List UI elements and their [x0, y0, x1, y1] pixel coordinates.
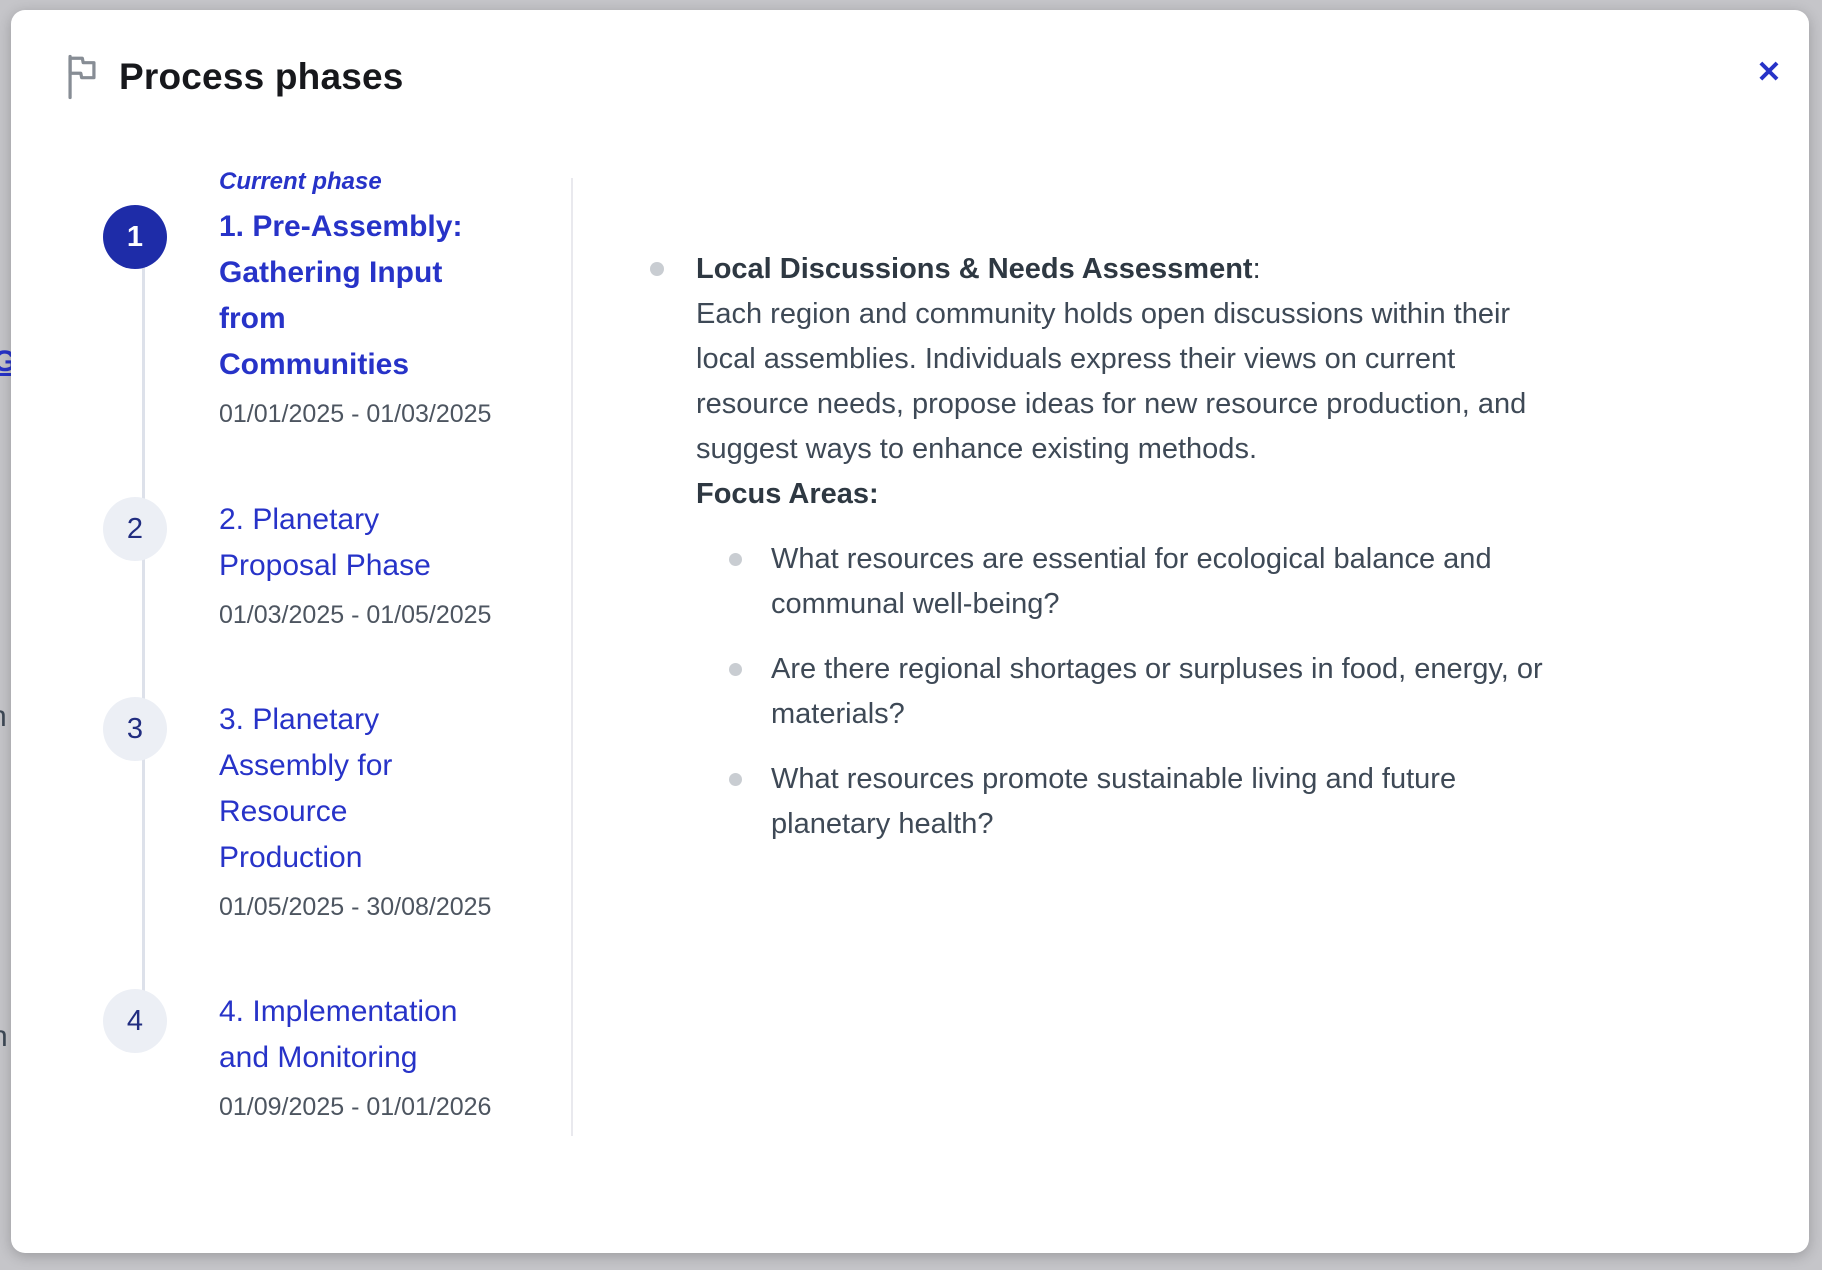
- focus-area-text: What resources promote sustainable livin…: [771, 757, 1554, 847]
- description-heading-colon: :: [1253, 253, 1261, 285]
- phase-badge-column: 2: [103, 497, 219, 630]
- focus-areas-list: What resources are essential for ecologi…: [696, 537, 1554, 847]
- phase-link-4[interactable]: 4. Implementation and Monitoring: [219, 989, 475, 1081]
- bullet-icon: [729, 553, 742, 566]
- background-text-fragment: n: [0, 700, 7, 734]
- description-heading-line: Local Discussions & Needs Assessment:: [696, 247, 1554, 292]
- background-text-fragment: n: [0, 1020, 8, 1054]
- dialog-title: Process phases: [119, 56, 404, 98]
- dialog-header: Process phases: [63, 54, 404, 100]
- process-phases-dialog: Process phases ✕ 1 Current phase 1. Pre-…: [11, 10, 1809, 1253]
- phase-badge-column: 3: [103, 697, 219, 922]
- focus-area-text: Are there regional shortages or surpluse…: [771, 647, 1554, 737]
- phase-number-badge: 3: [103, 697, 167, 761]
- column-divider: [571, 178, 573, 1136]
- phase-number-badge: 4: [103, 989, 167, 1053]
- phase-number-badge: 1: [103, 205, 167, 269]
- description-item: Local Discussions & Needs Assessment: Ea…: [650, 247, 1555, 847]
- focus-area-item: Are there regional shortages or surpluse…: [729, 647, 1554, 737]
- phase-link-1[interactable]: 1. Pre-Assembly: Gathering Input from Co…: [219, 204, 475, 388]
- phase-item-1: 1 Current phase 1. Pre-Assembly: Gatheri…: [103, 168, 523, 429]
- phase-badge-column: 1: [103, 168, 219, 429]
- phase-description: Local Discussions & Needs Assessment: Ea…: [650, 247, 1555, 847]
- bullet-icon: [729, 663, 742, 676]
- description-body: Each region and community holds open dis…: [696, 292, 1554, 472]
- focus-area-text: What resources are essential for ecologi…: [771, 537, 1554, 627]
- focus-area-item: What resources are essential for ecologi…: [729, 537, 1554, 627]
- focus-area-item: What resources promote sustainable livin…: [729, 757, 1554, 847]
- phase-item-4: 4 4. Implementation and Monitoring 01/09…: [103, 989, 523, 1122]
- phase-badge-column: 4: [103, 989, 219, 1122]
- close-icon[interactable]: ✕: [1746, 50, 1792, 96]
- phase-link-3[interactable]: 3. Planetary Assembly for Resource Produ…: [219, 697, 475, 881]
- flag-icon: [63, 54, 101, 100]
- phase-dates-2: 01/03/2025 - 01/05/2025: [219, 601, 475, 630]
- current-phase-label: Current phase: [219, 168, 475, 196]
- phase-item-3: 3 3. Planetary Assembly for Resource Pro…: [103, 697, 523, 922]
- phase-dates-4: 01/09/2025 - 01/01/2026: [219, 1093, 475, 1122]
- phase-dates-1: 01/01/2025 - 01/03/2025: [219, 400, 475, 429]
- description-heading: Local Discussions & Needs Assessment: [696, 253, 1253, 285]
- focus-areas-heading: Focus Areas:: [696, 472, 1554, 517]
- phase-item-2: 2 2. Planetary Proposal Phase 01/03/2025…: [103, 497, 523, 630]
- phase-number-badge: 2: [103, 497, 167, 561]
- phase-dates-3: 01/05/2025 - 30/08/2025: [219, 893, 475, 922]
- bullet-icon: [650, 262, 664, 276]
- bullet-icon: [729, 773, 742, 786]
- phase-link-2[interactable]: 2. Planetary Proposal Phase: [219, 497, 475, 589]
